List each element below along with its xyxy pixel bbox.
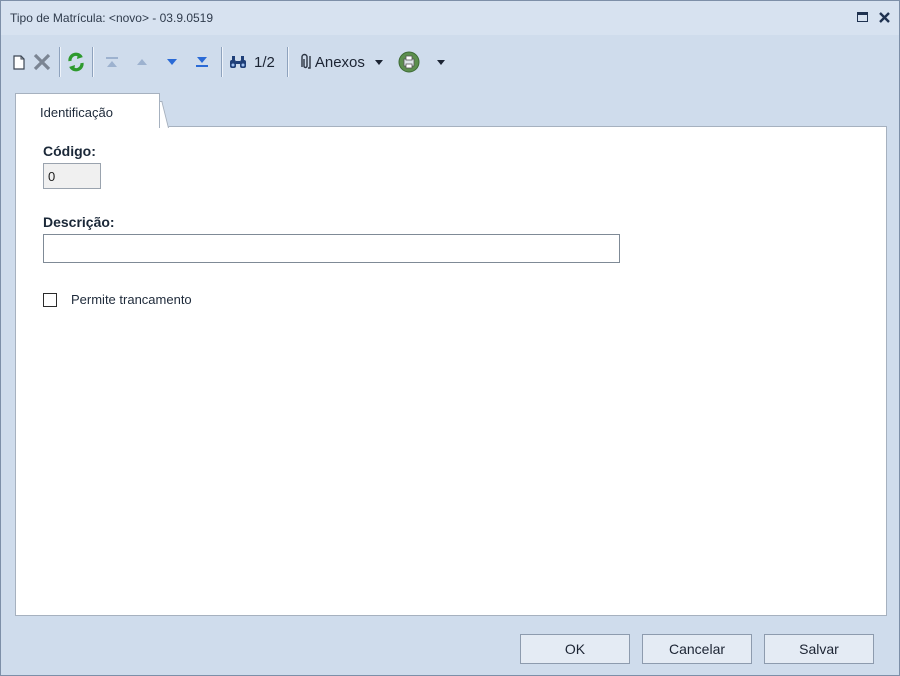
descricao-field[interactable] [43,234,620,263]
save-button[interactable]: Salvar [764,634,874,664]
tab-label: Identificação [40,105,113,120]
window-title: Tipo de Matrícula: <novo> - 03.9.0519 [10,11,214,25]
close-button[interactable] [877,10,891,24]
last-record-icon [196,57,208,67]
toolbar-separator [59,47,60,77]
maximize-icon [856,12,868,22]
refresh-icon [68,52,84,72]
ok-button[interactable]: OK [520,634,630,664]
chevron-down-icon [374,59,383,65]
maximize-button[interactable] [855,10,869,24]
tab-panel: Identificação Código: 0 Descrição: Permi… [15,93,887,616]
paperclip-icon [301,53,311,69]
title-bar[interactable]: Tipo de Matrícula: <novo> - 03.9.0519 [1,1,899,35]
codigo-label: Código: [43,143,96,159]
first-record-icon [106,57,118,67]
toolbar-separator [286,47,288,77]
toolbar-separator [92,47,93,77]
new-button[interactable] [11,48,27,76]
attachments-button[interactable]: Anexos [298,48,383,76]
chevron-down-icon [436,59,445,65]
delete-button[interactable] [31,48,53,76]
new-document-icon [13,55,25,70]
permite-trancamento-label[interactable]: Permite trancamento [71,292,192,307]
printer-globe-icon [398,51,420,73]
dialog-window: Tipo de Matrícula: <novo> - 03.9.0519 1/… [0,0,900,676]
close-icon [878,11,890,23]
cancel-button[interactable]: Cancelar [642,634,752,664]
attachments-label: Anexos [314,53,365,71]
print-button[interactable] [397,48,421,76]
toolbar: 1/2 Anexos [1,39,899,85]
tab-content: Código: 0 Descrição: Permite trancamento [15,126,887,616]
next-record-button[interactable] [159,48,185,76]
last-record-button[interactable] [189,48,215,76]
search-button[interactable] [228,48,248,76]
delete-icon [33,53,51,71]
previous-record-icon [137,59,147,65]
tab-identificacao[interactable]: Identificação [15,93,160,128]
first-record-button[interactable] [99,48,125,76]
codigo-field[interactable]: 0 [43,163,101,189]
previous-record-button[interactable] [129,48,155,76]
next-record-icon [167,59,177,65]
print-options-button[interactable] [436,48,445,76]
descricao-label: Descrição: [43,214,115,230]
binoculars-icon [230,56,246,68]
permite-trancamento-checkbox[interactable] [43,293,57,307]
toolbar-separator [221,47,222,77]
refresh-button[interactable] [66,48,86,76]
record-position: 1/2 [254,53,275,71]
